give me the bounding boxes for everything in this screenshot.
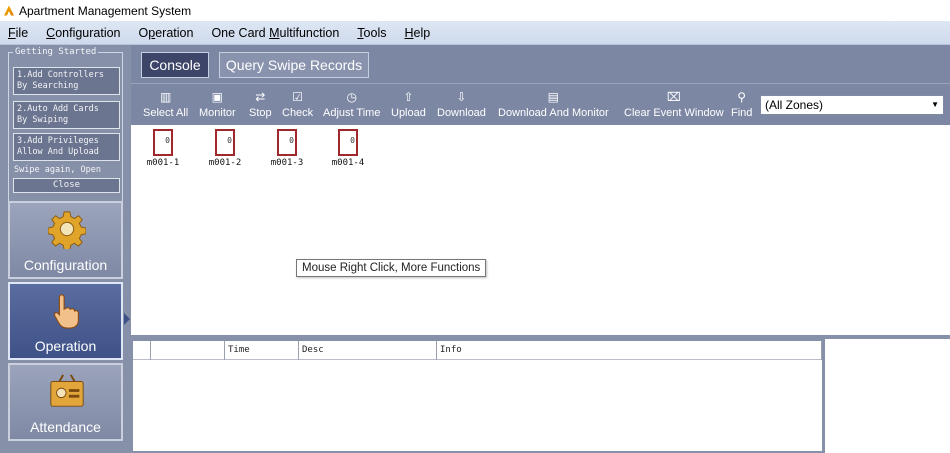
grid-header: Time Desc Info (133, 341, 822, 360)
door-icon: 0 (153, 129, 173, 156)
download-icon: ⇩ (456, 90, 467, 104)
nav-operation[interactable]: Operation (8, 282, 123, 360)
door-controller[interactable]: 0 m001-3 (267, 129, 307, 168)
door-icon: 0 (215, 129, 235, 156)
door-status-value: 0 (165, 136, 170, 145)
id-card-icon (50, 374, 84, 407)
menu-bar: File Configuration Operation One Card Multi… (0, 21, 950, 45)
toolbar-clear-button[interactable]: ⌧ Clear Event Window (624, 87, 724, 125)
door-status-value: 0 (289, 136, 294, 145)
toolbar-monitor-button[interactable]: ▣ Monitor (199, 87, 236, 125)
door-name: m001-2 (208, 158, 242, 168)
toolbar-clock-button[interactable]: ◷ Adjust Time (323, 87, 380, 125)
toolbar-button-label: Download (437, 107, 486, 119)
door-controller[interactable]: 0 m001-4 (328, 129, 368, 168)
toolbar-upload-button[interactable]: ⇧ Upload (391, 87, 426, 125)
title-bar: Apartment Management System (0, 0, 950, 21)
toolbar-button-label: Check (282, 107, 314, 119)
door-name: m001-4 (331, 158, 365, 168)
toolbar-check-button[interactable]: ☑ Check (282, 87, 313, 125)
step-line: Allow And Upload (17, 147, 99, 157)
grid-column-header[interactable]: Time (225, 341, 299, 360)
controller-canvas[interactable]: Mouse Right Click, More Functions 0 m001-… (131, 125, 950, 335)
swipe-again-note: Swipe again, Open (14, 165, 101, 175)
grid-column-header[interactable]: Info (437, 341, 822, 360)
toolbar-stop-button[interactable]: ⇄ Stop (249, 87, 272, 125)
menu-item-0[interactable]: File (8, 26, 28, 40)
menu-item-4[interactable]: Tools (357, 26, 386, 40)
zone-select[interactable]: (All Zones) ▼ (760, 95, 944, 115)
menu-item-3[interactable]: One Card Multifunction (211, 26, 339, 40)
toolbar-button-label: Stop (249, 107, 272, 119)
step-add-controllers-button[interactable]: 1.Add Controllers By Searching (13, 67, 120, 95)
tab-strip: Console Query Swipe Records (131, 45, 950, 83)
app-logo-icon (3, 5, 15, 17)
door-icon: 0 (277, 129, 297, 156)
toolbar-button-label: Upload (391, 107, 426, 119)
nav-attendance[interactable]: Attendance (8, 363, 123, 441)
toolbar-button-label: Adjust Time (323, 107, 381, 119)
toolbar-download-monitor-button[interactable]: ▤ Download And Monitor (498, 87, 609, 125)
close-getting-started-button[interactable]: Close (13, 178, 120, 193)
sidebar: Getting Started 1.Add Controllers By Sea… (0, 45, 131, 453)
grid-column-header[interactable] (133, 341, 151, 360)
door-status-value: 0 (227, 136, 232, 145)
download-monitor-icon: ▤ (547, 90, 560, 104)
door-icon: 0 (338, 129, 358, 156)
menu-item-5[interactable]: Help (404, 26, 430, 40)
nav-label: Operation (34, 338, 97, 354)
step-line: By Swiping (17, 115, 69, 125)
upload-icon: ⇧ (403, 90, 414, 104)
toolbar-select-all-button[interactable]: ▥ Select All (143, 87, 188, 125)
hand-pointer-icon (53, 294, 79, 329)
toolbar-button-label: Select All (143, 107, 189, 119)
step-line: 1.Add Controllers (17, 70, 104, 80)
tab-console[interactable]: Console (141, 52, 209, 78)
active-indicator (124, 313, 130, 325)
event-grid: Time Desc Info (131, 339, 824, 453)
tab-query-swipe-records[interactable]: Query Swipe Records (219, 52, 369, 78)
door-controller[interactable]: 0 m001-1 (143, 129, 183, 168)
step-line: 3.Add Privileges (17, 136, 99, 146)
grid-column-header[interactable]: Desc (299, 341, 437, 360)
toolbar-download-button[interactable]: ⇩ Download (437, 87, 486, 125)
gear-icon (48, 211, 86, 249)
stop-icon: ⇄ (255, 90, 266, 104)
zone-select-value: (All Zones) (765, 98, 824, 112)
toolbar-button-label: Monitor (199, 107, 236, 119)
step-add-privileges-button[interactable]: 3.Add Privileges Allow And Upload (13, 133, 120, 161)
chevron-down-icon: ▼ (931, 100, 939, 109)
nav-configuration[interactable]: Configuration (8, 201, 123, 279)
window-title: Apartment Management System (19, 3, 192, 18)
clock-icon: ◷ (346, 90, 357, 104)
toolbar-button-label: Download And Monitor (498, 107, 609, 119)
grid-column-header[interactable] (151, 341, 225, 360)
door-status-value: 0 (350, 136, 355, 145)
right-panel (824, 339, 950, 453)
check-icon: ☑ (292, 90, 303, 104)
getting-started-title: Getting Started (13, 47, 99, 58)
monitor-icon: ▣ (211, 90, 224, 104)
select-all-icon: ▥ (159, 90, 172, 104)
menu-item-2[interactable]: Operation (139, 26, 194, 40)
door-name: m001-3 (270, 158, 304, 168)
step-auto-add-cards-button[interactable]: 2.Auto Add Cards By Swiping (13, 101, 120, 129)
clear-icon: ⌧ (666, 90, 681, 104)
nav-label: Attendance (30, 419, 101, 435)
tooltip: Mouse Right Click, More Functions (296, 259, 487, 277)
door-name: m001-1 (146, 158, 180, 168)
search-icon: ⚲ (737, 90, 747, 104)
menu-item-1[interactable]: Configuration (46, 26, 120, 40)
nav-label: Configuration (23, 257, 108, 273)
toolbar: (All Zones) ▼ ▥ Select All ▣ Monitor ⇄ Stop ☑ C… (131, 83, 950, 125)
toolbar-button-label: Find (731, 107, 753, 119)
toolbar-button-label: Clear Event Window (624, 107, 724, 119)
step-line: 2.Auto Add Cards (17, 104, 99, 114)
door-controller[interactable]: 0 m001-2 (205, 129, 245, 168)
step-line: By Searching (17, 81, 79, 91)
toolbar-search-button[interactable]: ⚲ Find (731, 87, 752, 125)
